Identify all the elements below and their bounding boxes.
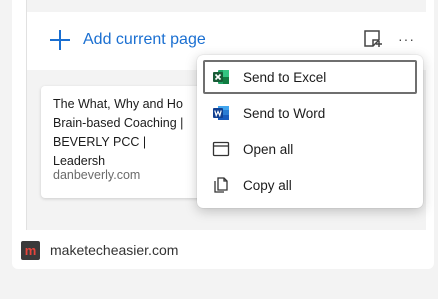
menu-item-open-all[interactable]: Open all bbox=[203, 132, 417, 166]
maketecheasier-logo: m bbox=[21, 241, 40, 260]
add-current-page-button[interactable]: Add current page bbox=[50, 28, 206, 52]
menu-item-send-to-word[interactable]: Send to Word bbox=[203, 96, 417, 130]
page-card-title: The What, Why and Ho Brain-based Coachin… bbox=[53, 97, 184, 168]
menu-item-label: Send to Word bbox=[243, 105, 326, 121]
more-options-icon[interactable]: ··· bbox=[398, 31, 415, 47]
plus-icon bbox=[50, 30, 70, 50]
menu-item-label: Copy all bbox=[243, 177, 292, 193]
menu-item-label: Send to Excel bbox=[243, 69, 327, 85]
copy-icon bbox=[212, 176, 230, 194]
page-card-domain: danbeverly.com bbox=[53, 168, 141, 182]
add-note-icon[interactable] bbox=[362, 27, 384, 49]
menu-item-send-to-excel[interactable]: Send to Excel bbox=[203, 60, 417, 94]
menu-item-label: Open all bbox=[243, 141, 294, 157]
word-icon bbox=[212, 104, 230, 122]
more-options-menu: Send to Excel Send to Word Open all Copy… bbox=[197, 55, 423, 208]
window-icon bbox=[212, 140, 230, 158]
excel-icon bbox=[212, 68, 230, 86]
menu-item-copy-all[interactable]: Copy all bbox=[203, 168, 417, 202]
source-site-label: maketecheasier.com bbox=[50, 242, 179, 258]
add-current-page-label: Add current page bbox=[83, 31, 206, 48]
